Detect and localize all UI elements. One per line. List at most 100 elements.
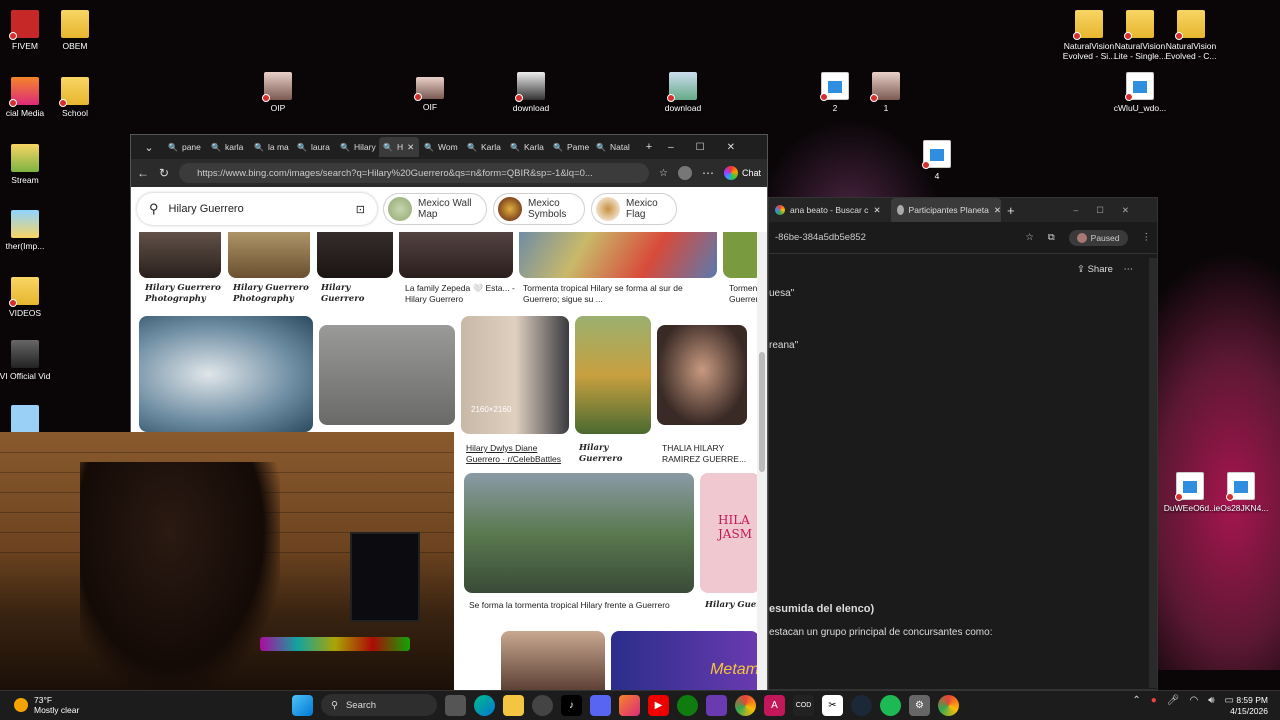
steam-icon[interactable] bbox=[851, 694, 872, 716]
browser-tab[interactable]: 🔍 karla bbox=[207, 137, 249, 157]
result-image[interactable]: 2160×2160 bbox=[461, 316, 569, 434]
task-view-icon[interactable] bbox=[445, 694, 466, 716]
result-caption[interactable]: THALIA HILARY RAMIREZ GUERRE... bbox=[662, 443, 748, 465]
url-field[interactable]: https://www.bing.com/images/search?q=Hil… bbox=[179, 163, 650, 183]
wifi-icon[interactable]: ◠ bbox=[1190, 695, 1199, 706]
browser-tab[interactable]: 🔍 Karla bbox=[463, 137, 505, 157]
weather-widget[interactable]: 73°F Mostly clear bbox=[14, 695, 79, 715]
spotify-icon[interactable] bbox=[880, 694, 901, 716]
desktop-icon-4[interactable]: 4 bbox=[904, 140, 970, 181]
desktop-icon-1[interactable]: 1 bbox=[853, 72, 919, 113]
chrome-alt-icon[interactable] bbox=[938, 694, 959, 716]
related-chip[interactable]: Mexico Symbols bbox=[493, 193, 585, 225]
adobe-icon[interactable]: A bbox=[764, 694, 785, 716]
app-tray-icon[interactable]: ● bbox=[1151, 695, 1157, 706]
desktop-icon-oip-2[interactable]: OIF bbox=[397, 77, 463, 112]
desktop-icon-official-vid[interactable]: VI Official Vid bbox=[0, 340, 58, 381]
browser-tab-active[interactable]: 🔍 H ✕ bbox=[379, 137, 419, 157]
result-caption[interactable]: Hilary Guer bbox=[705, 600, 759, 611]
close-icon[interactable]: ✕ bbox=[994, 205, 1001, 216]
related-chip[interactable]: Mexico Wall Map bbox=[383, 193, 487, 225]
desktop-icon-naturalvision-3[interactable]: NaturalVision Evolved - C... bbox=[1158, 10, 1224, 61]
refresh-icon[interactable]: ↻ bbox=[159, 166, 169, 180]
desktop-icon-download-2[interactable]: download bbox=[650, 72, 716, 113]
desktop-icon-school[interactable]: School bbox=[42, 77, 108, 118]
chrome-icon[interactable] bbox=[735, 694, 756, 716]
browser-tab[interactable]: 🔍 Natal bbox=[592, 137, 634, 157]
window-controls[interactable]: –☐✕ bbox=[1074, 205, 1157, 216]
instagram-icon[interactable] bbox=[619, 694, 640, 716]
edge-icon[interactable] bbox=[474, 694, 495, 716]
desktop-icon-ieos[interactable]: ieOs28JKN4... bbox=[1208, 472, 1274, 513]
window-controls[interactable]: –☐✕ bbox=[668, 142, 767, 153]
desktop-icon-obem[interactable]: OBEM bbox=[42, 10, 108, 51]
bing-search-box[interactable]: ⚲ Hilary Guerrero ⊡ bbox=[137, 193, 377, 225]
related-chip[interactable]: Mexico Flag bbox=[591, 193, 677, 225]
close-icon[interactable]: ✕ bbox=[873, 205, 880, 216]
result-image[interactable]: Metam bbox=[611, 631, 759, 690]
desktop-icon-download-1[interactable]: download bbox=[498, 72, 564, 113]
scrollbar-thumb[interactable] bbox=[759, 352, 765, 472]
profile-paused-button[interactable]: Paused bbox=[1068, 229, 1128, 246]
result-image[interactable] bbox=[317, 232, 393, 278]
profile-icon[interactable] bbox=[677, 166, 692, 180]
result-image[interactable] bbox=[464, 473, 694, 593]
browser-tab[interactable]: 🔍 Hilary bbox=[336, 137, 378, 157]
browser-tab[interactable]: 🔍 Karla bbox=[506, 137, 548, 157]
result-image[interactable] bbox=[139, 232, 221, 278]
secondary-tab[interactable]: ana beato - Buscar c ✕ bbox=[775, 198, 885, 222]
result-caption[interactable]: Hilary Guerrero bbox=[579, 443, 639, 465]
scrollbar[interactable] bbox=[1149, 258, 1157, 688]
desktop-icon-cwluu[interactable]: cWluU_wdo... bbox=[1107, 72, 1173, 113]
microphone-icon[interactable]: 🎤︎ bbox=[1167, 695, 1180, 706]
scrollbar[interactable] bbox=[757, 232, 767, 690]
capcut-icon[interactable]: ✂ bbox=[822, 694, 843, 716]
result-image[interactable]: HILA JASM bbox=[700, 473, 759, 593]
apps-grid-icon[interactable] bbox=[706, 694, 727, 716]
clock[interactable]: 8:59 PM 4/15/2026 bbox=[1230, 695, 1268, 717]
call-of-duty-icon[interactable]: COD bbox=[793, 694, 814, 716]
browser-tab[interactable]: 🔍 Wom bbox=[420, 137, 462, 157]
browser-tab[interactable]: 🔍 laura bbox=[293, 137, 335, 157]
result-image[interactable] bbox=[319, 325, 455, 425]
visual-search-icon[interactable]: ⊡ bbox=[356, 203, 365, 216]
extension-icon[interactable]: ⧉ bbox=[1048, 232, 1055, 243]
desktop-icon-oip-1[interactable]: OIP bbox=[245, 72, 311, 113]
browser-tab[interactable]: 🔍 Pame bbox=[549, 137, 591, 157]
back-icon[interactable]: ← bbox=[137, 166, 149, 180]
settings-icon[interactable]: ⚙ bbox=[909, 694, 930, 716]
share-button[interactable]: ⇪ Share ⋯ bbox=[1077, 264, 1133, 275]
result-caption[interactable]: Hilary Guerrero Photography bbox=[233, 283, 311, 305]
result-caption[interactable]: Hilary Guerrero Photography bbox=[145, 283, 223, 305]
result-image[interactable] bbox=[657, 325, 747, 425]
result-caption[interactable]: Hilary Dwlys Diane Guerrero · r/CelebBat… bbox=[466, 443, 570, 465]
chevron-up-icon[interactable]: ⌃ bbox=[1132, 695, 1140, 706]
result-caption[interactable]: La family Zepeda 🤍 Esta... - Hilary Guer… bbox=[405, 283, 515, 305]
new-tab-icon[interactable]: + bbox=[635, 141, 663, 153]
result-image[interactable] bbox=[228, 232, 310, 278]
xbox-icon[interactable] bbox=[532, 694, 553, 716]
result-caption[interactable]: Hilary Guerrero bbox=[321, 283, 391, 305]
secondary-tab-active[interactable]: Participantes Planeta ✕ bbox=[891, 198, 1001, 222]
result-image[interactable] bbox=[575, 316, 651, 434]
file-explorer-icon[interactable] bbox=[503, 694, 524, 716]
more-icon[interactable]: ⋯ bbox=[702, 166, 714, 180]
volume-icon[interactable]: 🔊︎ bbox=[1208, 695, 1214, 706]
desktop-icon-other[interactable]: ther(Imp... bbox=[0, 210, 58, 251]
favorites-icon[interactable]: ☆ bbox=[659, 168, 668, 179]
result-image[interactable] bbox=[139, 316, 313, 432]
windows-start-icon[interactable] bbox=[292, 694, 313, 716]
result-caption[interactable]: Tormenta tropical Hilary se forma al sur… bbox=[523, 283, 713, 305]
secondary-address-bar[interactable]: -86be-384a5db5e852 ☆ ⧉ Paused ⋮ bbox=[769, 222, 1157, 254]
browser-tab[interactable]: 🔍 la ma bbox=[250, 137, 292, 157]
menu-icon[interactable]: ⋮ bbox=[1142, 232, 1152, 243]
tab-actions-icon[interactable]: ⌄ bbox=[135, 141, 163, 154]
desktop-icon-videos[interactable]: VIDEOS bbox=[0, 277, 58, 318]
new-tab-icon[interactable]: + bbox=[1007, 203, 1015, 218]
discord-icon[interactable] bbox=[590, 694, 611, 716]
xbox-app-icon[interactable] bbox=[677, 694, 698, 716]
taskbar-search[interactable]: ⚲ Search bbox=[321, 694, 437, 716]
browser-tab[interactable]: 🔍 pane bbox=[164, 137, 206, 157]
star-icon[interactable]: ☆ bbox=[1025, 232, 1034, 243]
result-image[interactable] bbox=[519, 232, 717, 278]
